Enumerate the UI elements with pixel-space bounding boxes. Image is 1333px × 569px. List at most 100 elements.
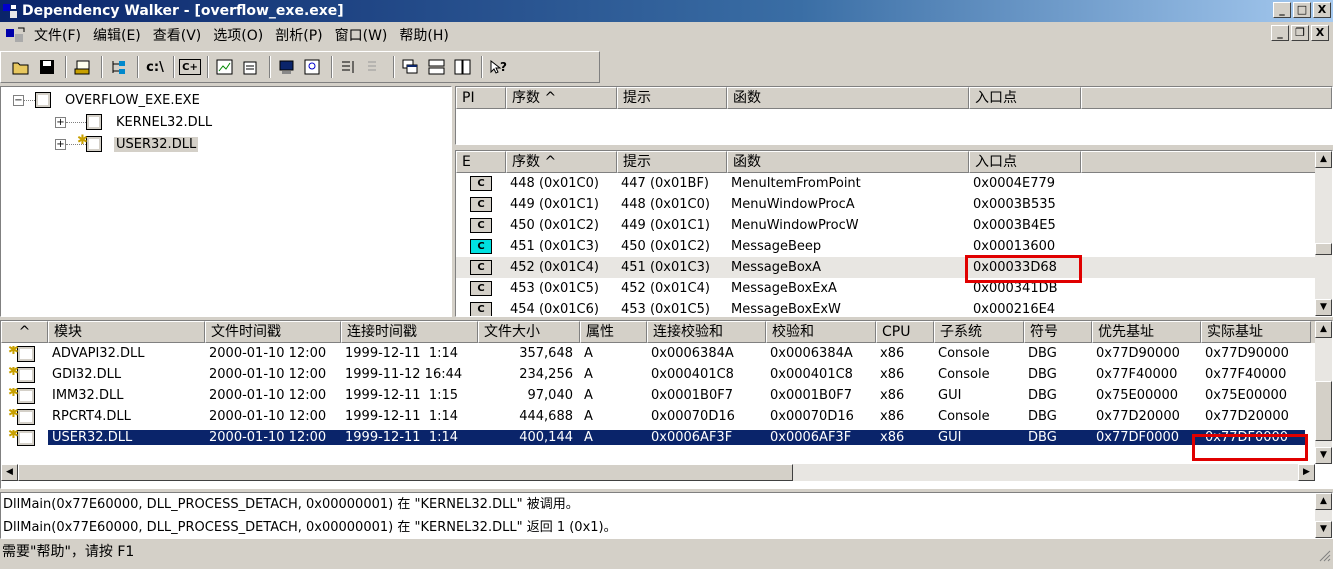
table-row[interactable]: C 449 (0x01C1) 448 (0x01C0) MenuWindowPr… [456, 194, 1332, 215]
properties-icon[interactable] [239, 56, 263, 78]
menu-options[interactable]: 选项(O) [207, 25, 269, 45]
full-paths-icon[interactable]: c:\ [143, 56, 167, 78]
tree-node-user32[interactable]: + USER32.DLL [1, 133, 451, 155]
table-row[interactable]: C 453 (0x01C5) 452 (0x01C4) MessageBoxEx… [456, 278, 1332, 299]
context-help-icon[interactable]: ? [487, 56, 511, 78]
col-link-time[interactable]: 连接时间戳 [341, 321, 478, 343]
expand-icon[interactable]: + [55, 116, 66, 128]
col-sort[interactable]: ^ [1, 321, 48, 343]
tree-node-root[interactable]: − OVERFLOW_EXE.EXE [1, 89, 451, 111]
menu-help[interactable]: 帮助(H) [393, 25, 454, 45]
col-attributes[interactable]: 属性 [580, 321, 647, 343]
scroll-thumb[interactable] [1315, 243, 1332, 255]
tree-node-kernel32[interactable]: + KERNEL32.DLL [1, 111, 451, 133]
menu-window[interactable]: 窗口(W) [329, 25, 394, 45]
find-icon[interactable] [301, 56, 325, 78]
mdi-restore-button[interactable]: ❐ [1291, 25, 1309, 41]
scroll-up-icon[interactable]: ▲ [1315, 321, 1332, 338]
cascade-icon[interactable] [399, 56, 423, 78]
export-scrollbar[interactable]: ▲ ▼ [1315, 151, 1332, 316]
cpp-undecorate-icon[interactable]: C+ [179, 59, 201, 75]
scroll-down-icon[interactable]: ▼ [1315, 521, 1332, 538]
cell-module: ADVAPI32.DLL [52, 346, 145, 361]
scroll-thumb[interactable] [18, 464, 793, 481]
tile-horizontal-icon[interactable] [425, 56, 449, 78]
table-row[interactable]: GDI32.DLL 2000-01-10 12:00 1999-11-12 16… [5, 364, 1332, 385]
col-link-checksum[interactable]: 连接校验和 [647, 321, 766, 343]
toolbar-separator [101, 56, 103, 78]
scroll-up-icon[interactable]: ▲ [1315, 151, 1332, 168]
cell-function: MenuItemFromPoint [731, 176, 861, 191]
save-icon[interactable] [35, 56, 59, 78]
col-entry-point[interactable]: 入口点 [969, 151, 1081, 173]
copy-icon[interactable] [71, 56, 95, 78]
sort-icon[interactable] [337, 56, 361, 78]
col-symbols[interactable]: 符号 [1024, 321, 1092, 343]
cell-function: MenuWindowProcW [731, 218, 859, 233]
col-function[interactable]: 函数 [727, 151, 969, 173]
table-row-selected[interactable]: USER32.DLL 2000-01-10 12:00 1999-12-11 1… [5, 427, 1332, 448]
sort-disabled-icon[interactable] [363, 56, 387, 78]
maximize-button[interactable]: □ [1293, 2, 1311, 18]
col-subsystem[interactable]: 子系统 [934, 321, 1024, 343]
col-file-time[interactable]: 文件时间戳 [205, 321, 341, 343]
cell-symbols: DBG [1028, 367, 1057, 382]
menu-file[interactable]: 文件(F) [28, 25, 87, 45]
col-checksum[interactable]: 校验和 [766, 321, 876, 343]
table-row[interactable]: ADVAPI32.DLL 2000-01-10 12:00 1999-12-11… [5, 343, 1332, 364]
col-pi[interactable]: PI [456, 87, 506, 109]
cell-preferred-base: 0x77D20000 [1096, 409, 1180, 424]
col-hint[interactable]: 提示 [617, 151, 727, 173]
table-row[interactable]: C 448 (0x01C0) 447 (0x01BF) MenuItemFrom… [456, 173, 1332, 194]
table-row[interactable]: RPCRT4.DLL 2000-01-10 12:00 1999-12-11 1… [5, 406, 1332, 427]
col-ordinal[interactable]: 序数 ^ [506, 151, 617, 173]
col-e[interactable]: E [456, 151, 506, 173]
table-row[interactable]: IMM32.DLL 2000-01-10 12:00 1999-12-11 1:… [5, 385, 1332, 406]
minimize-button[interactable]: _ [1273, 2, 1291, 18]
log-line: DllMain(0x77E60000, DLL_PROCESS_DETACH, … [3, 497, 579, 512]
resize-grip-icon[interactable] [1317, 547, 1331, 562]
cell-attributes: A [584, 346, 593, 361]
mdi-minimize-button[interactable]: _ [1271, 25, 1289, 41]
close-button[interactable]: X [1313, 2, 1331, 18]
tile-vertical-icon[interactable] [451, 56, 475, 78]
table-row[interactable]: C 451 (0x01C3) 450 (0x01C2) MessageBeep … [456, 236, 1332, 257]
toolbar-separator [137, 56, 139, 78]
scroll-right-icon[interactable]: ▶ [1298, 464, 1315, 481]
col-ordinal[interactable]: 序数 ^ [506, 87, 617, 109]
scroll-thumb[interactable] [1315, 381, 1332, 441]
col-cpu[interactable]: CPU [876, 321, 934, 343]
tree-view-icon[interactable] [107, 56, 131, 78]
col-file-size[interactable]: 文件大小 [478, 321, 580, 343]
cell-function: MessageBeep [731, 239, 822, 254]
scroll-down-icon[interactable]: ▼ [1315, 447, 1332, 464]
module-hscrollbar[interactable]: ◀ ▶ [1, 464, 1315, 481]
col-hint[interactable]: 提示 [617, 87, 727, 109]
c-function-icon: C [470, 302, 492, 316]
col-entry-point[interactable]: 入口点 [969, 87, 1081, 109]
system-info-icon[interactable] [275, 56, 299, 78]
mdi-close-button[interactable]: X [1311, 25, 1329, 41]
table-row-selected[interactable]: C 452 (0x01C4) 451 (0x01C3) MessageBoxA … [456, 257, 1332, 278]
module-scrollbar[interactable]: ▲ ▼ [1315, 321, 1332, 464]
open-icon[interactable] [9, 56, 33, 78]
scroll-left-icon[interactable]: ◀ [1, 464, 18, 481]
cell-checksum: 0x00070D16 [770, 409, 854, 424]
col-preferred-base[interactable]: 优先基址 [1092, 321, 1201, 343]
table-row[interactable]: C 450 (0x01C2) 449 (0x01C1) MenuWindowPr… [456, 215, 1332, 236]
expand-icon[interactable]: + [55, 138, 66, 150]
log-scrollbar[interactable]: ▲ ▼ [1315, 493, 1332, 538]
document-icon[interactable] [4, 25, 28, 45]
col-filler [1081, 87, 1332, 109]
col-actual-base[interactable]: 实际基址 [1201, 321, 1311, 343]
menu-profile[interactable]: 剖析(P) [269, 25, 328, 45]
menu-edit[interactable]: 编辑(E) [87, 25, 147, 45]
table-row[interactable]: C 454 (0x01C6) 453 (0x01C5) MessageBoxEx… [456, 299, 1332, 316]
menu-view[interactable]: 查看(V) [147, 25, 208, 45]
col-module[interactable]: 模块 [48, 321, 205, 343]
toolbar: c:\ C+ ? [0, 51, 600, 83]
col-function[interactable]: 函数 [727, 87, 969, 109]
scroll-up-icon[interactable]: ▲ [1315, 493, 1332, 510]
scroll-down-icon[interactable]: ▼ [1315, 299, 1332, 316]
graph-icon[interactable] [213, 56, 237, 78]
